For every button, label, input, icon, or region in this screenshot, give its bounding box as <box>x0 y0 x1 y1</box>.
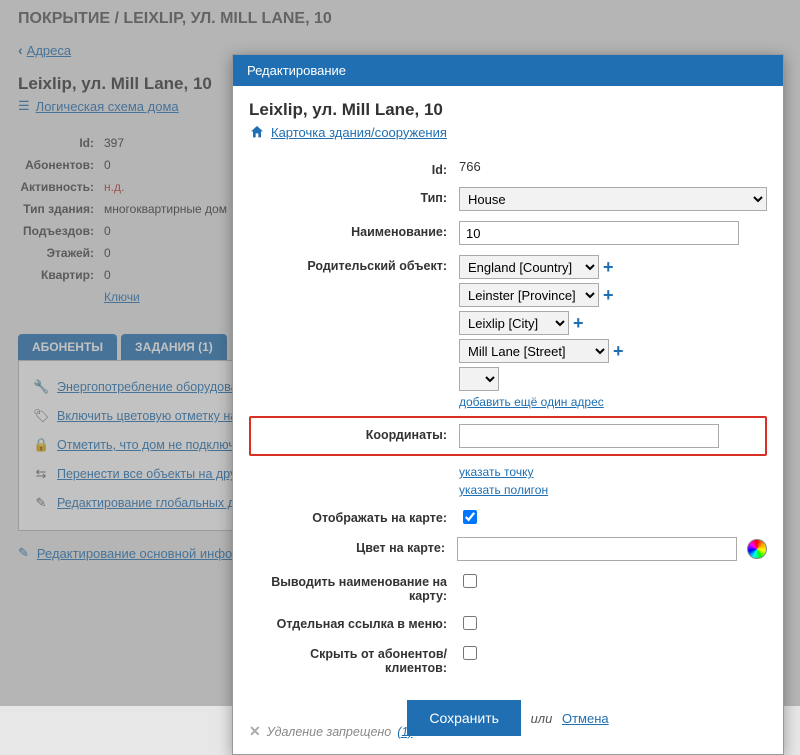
field-name-input[interactable] <box>459 221 739 245</box>
field-name-label: Наименование: <box>249 221 459 239</box>
field-mapcolor-input[interactable] <box>457 537 737 561</box>
coords-highlight: Координаты: <box>249 416 767 456</box>
field-coords-input[interactable] <box>459 424 719 448</box>
add-country-button[interactable]: + <box>603 258 614 276</box>
field-hide-checkbox[interactable] <box>463 646 477 660</box>
add-address-link[interactable]: добавить ещё один адрес <box>459 395 767 409</box>
delete-forbidden-note: ✕ Удаление запрещено (1) <box>249 723 413 740</box>
field-type-select[interactable]: House <box>459 187 767 211</box>
field-id-value: 766 <box>459 159 767 174</box>
color-picker-icon[interactable] <box>747 539 767 559</box>
save-button[interactable]: Сохранить <box>407 700 521 736</box>
field-hide-label: Скрыть от абонентов/клиентов: <box>249 643 459 675</box>
parent-street-select[interactable]: Mill Lane [Street] <box>459 339 609 363</box>
building-card-label: Карточка здания/сооружения <box>271 125 447 140</box>
home-icon <box>249 124 265 140</box>
field-id-label: Id: <box>249 159 459 177</box>
parent-empty-select[interactable] <box>459 367 499 391</box>
modal-header: Редактирование <box>233 55 783 86</box>
cancel-link[interactable]: Отмена <box>562 711 609 726</box>
modal-title: Leixlip, ул. Mill Lane, 10 <box>249 100 767 120</box>
add-city-button[interactable]: + <box>573 314 584 332</box>
field-type-label: Тип: <box>249 187 459 205</box>
delete-forbidden-count[interactable]: (1) <box>397 725 412 739</box>
parent-city-select[interactable]: Leixlip [City] <box>459 311 569 335</box>
field-showname-label: Выводить наименование на карту: <box>249 571 459 603</box>
field-parent-label: Родительский объект: <box>249 255 459 273</box>
close-icon: ✕ <box>249 723 261 740</box>
modal-footer: Сохранить или Отмена ✕ Удаление запрещен… <box>233 686 783 754</box>
add-province-button[interactable]: + <box>603 286 614 304</box>
field-showmap-label: Отображать на карте: <box>249 507 459 525</box>
add-street-button[interactable]: + <box>613 342 624 360</box>
set-polygon-link[interactable]: указать полигон <box>459 483 767 497</box>
field-mapcolor-label: Цвет на карте: <box>249 537 457 555</box>
building-card-link[interactable]: Карточка здания/сооружения <box>249 124 447 140</box>
or-text: или <box>531 711 553 726</box>
delete-forbidden-label: Удаление запрещено <box>267 725 392 739</box>
field-menulink-label: Отдельная ссылка в меню: <box>249 613 459 631</box>
field-showmap-checkbox[interactable] <box>463 510 477 524</box>
field-menulink-checkbox[interactable] <box>463 616 477 630</box>
parent-country-select[interactable]: England [Country] <box>459 255 599 279</box>
parent-province-select[interactable]: Leinster [Province] <box>459 283 599 307</box>
field-showname-checkbox[interactable] <box>463 574 477 588</box>
set-point-link[interactable]: указать точку <box>459 465 767 479</box>
field-coords-label: Координаты: <box>261 424 459 442</box>
edit-modal: Редактирование Leixlip, ул. Mill Lane, 1… <box>232 54 784 755</box>
